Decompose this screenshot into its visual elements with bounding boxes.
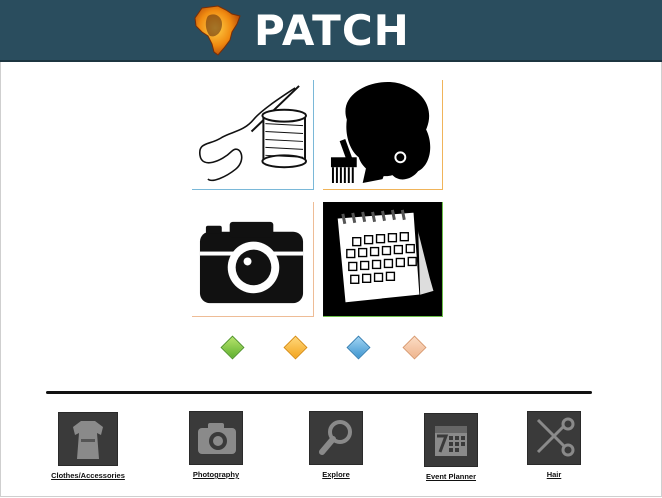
dress-icon [73, 421, 103, 459]
afro-silhouette-icon [330, 81, 431, 184]
nav-label[interactable]: Clothes/Accessories [44, 471, 132, 480]
africa-logo-icon[interactable] [188, 2, 246, 58]
divider [46, 391, 592, 394]
scissors-icon [536, 417, 575, 457]
nav-event-planner-tile[interactable] [424, 413, 478, 467]
nav-label[interactable]: Hair [526, 470, 582, 479]
nav-label[interactable]: Explore [306, 470, 366, 479]
calendar-tile[interactable] [323, 202, 443, 317]
magnifier-icon [319, 420, 352, 455]
calendar-icon [435, 426, 467, 456]
app-title: PATCH [254, 6, 410, 55]
sewing-tile[interactable] [192, 80, 314, 190]
nav-clothes-tile[interactable] [58, 412, 118, 466]
nav-photography-tile[interactable] [189, 411, 243, 465]
nav-label[interactable]: Event Planner [416, 472, 486, 481]
header-bar: PATCH [0, 0, 662, 62]
nav-explore-tile[interactable] [309, 411, 363, 465]
camera-icon [199, 221, 304, 304]
nav-label[interactable]: Photography [180, 470, 252, 479]
needle-thread-icon [199, 85, 308, 182]
nav-explore[interactable]: Explore [306, 411, 366, 479]
hair-tile[interactable] [323, 80, 443, 190]
nav-clothes[interactable]: Clothes/Accessories [44, 412, 132, 480]
nav-event-planner[interactable]: Event Planner [416, 413, 486, 481]
photography-tile[interactable] [192, 202, 314, 317]
nav-photography[interactable]: Photography [180, 411, 252, 479]
nav-hair[interactable]: Hair [526, 411, 582, 479]
calendar-icon [323, 202, 442, 316]
camera-icon [198, 423, 236, 454]
nav-hair-tile[interactable] [527, 411, 581, 465]
